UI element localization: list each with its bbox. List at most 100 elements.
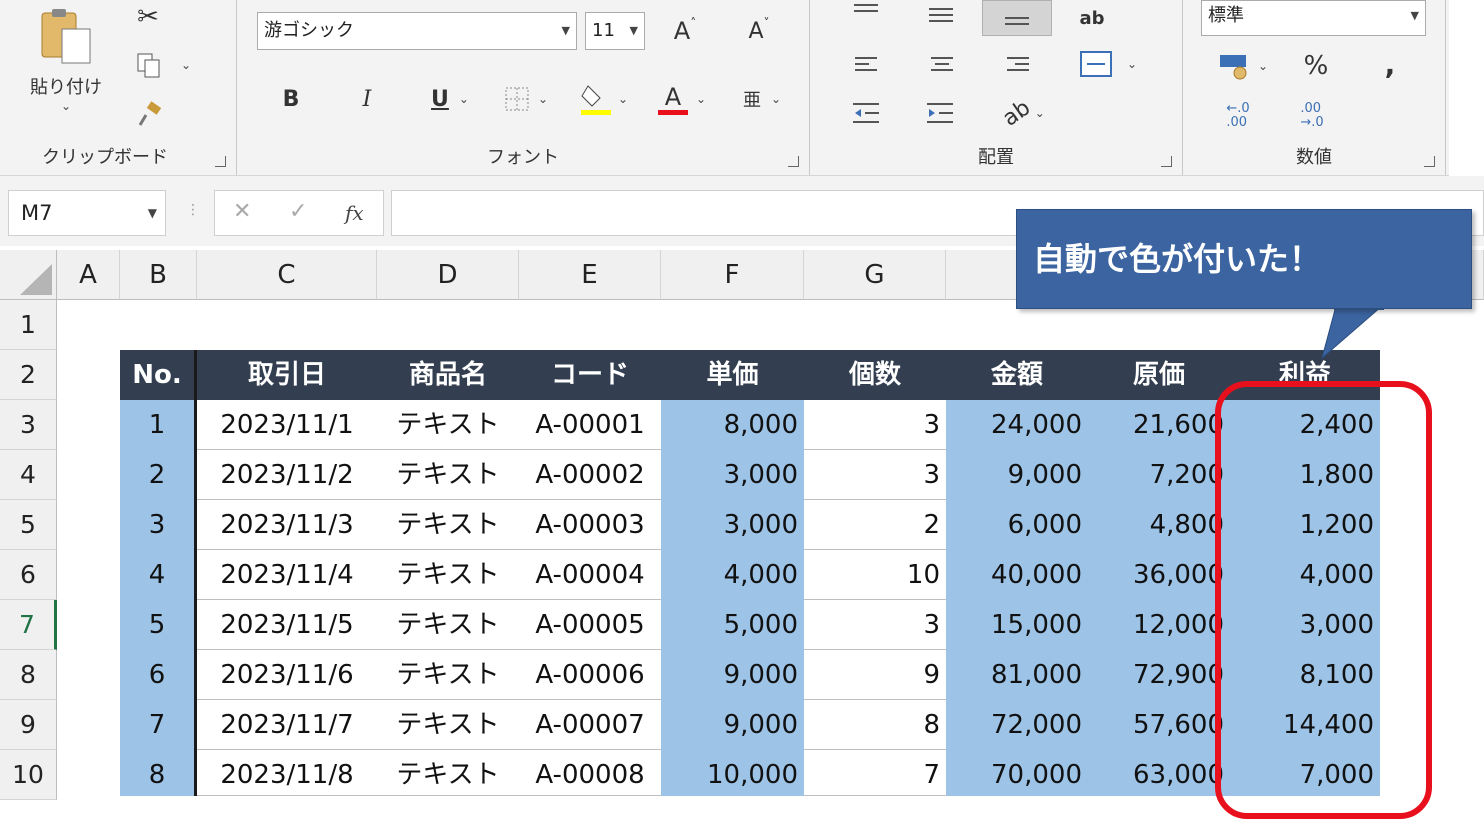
borders-button[interactable]: ⌄ [498,82,554,116]
column-header-a[interactable]: A [57,250,120,300]
table-cell[interactable]: 3 [804,450,946,500]
table-cell[interactable]: 9,000 [661,700,804,750]
table-cell[interactable]: A-00003 [519,500,661,550]
table-cell[interactable]: 57,600 [1088,700,1230,750]
table-cell[interactable]: 40,000 [946,550,1088,600]
table-cell[interactable]: 70,000 [946,750,1088,796]
table-header-cell[interactable]: 取引日 [197,350,377,400]
table-cell[interactable]: 10 [804,550,946,600]
phonetic-dropdown-icon[interactable]: ⌄ [771,92,781,106]
table-cell[interactable]: 9 [804,650,946,700]
decrease-indent-button[interactable] [848,98,884,128]
comma-button[interactable]: , [1372,46,1408,82]
table-cell[interactable]: テキスト [377,750,519,796]
copy-button[interactable]: ⌄ [128,48,198,82]
table-cell[interactable]: 2023/11/6 [197,650,377,700]
table-cell[interactable]: 63,000 [1088,750,1230,796]
align-top-button[interactable] [848,0,884,22]
row-header-2[interactable]: 2 [0,350,57,400]
insert-function-icon[interactable]: fx [345,201,364,225]
name-box-dropdown-icon[interactable]: ▼ [148,191,157,235]
orientation-dropdown-icon[interactable]: ⌄ [1035,106,1045,120]
table-cell[interactable]: A-00004 [519,550,661,600]
table-header-cell[interactable]: No. [120,350,197,400]
cut-button[interactable]: ✂ [128,0,168,34]
alignment-launcher-icon[interactable] [1161,156,1172,167]
borders-dropdown-icon[interactable]: ⌄ [538,92,548,106]
accounting-format-button[interactable]: ⌄ [1212,48,1274,84]
table-cell[interactable]: 72,000 [946,700,1088,750]
number-format-select[interactable]: 標準 ▼ [1201,0,1426,36]
table-cell[interactable]: 21,600 [1088,400,1230,450]
column-header-d[interactable]: D [377,250,519,300]
table-cell[interactable]: 3 [120,500,197,550]
phonetic-button[interactable]: 亜 ⌄ [732,82,792,116]
table-cell[interactable]: テキスト [377,550,519,600]
column-header-c[interactable]: C [197,250,377,300]
column-header-f[interactable]: F [661,250,804,300]
increase-indent-button[interactable] [922,98,958,128]
align-center-button[interactable] [924,50,960,80]
table-cell[interactable]: 6 [120,650,197,700]
table-cell[interactable]: 7 [120,700,197,750]
table-cell[interactable]: A-00007 [519,700,661,750]
fill-color-dropdown-icon[interactable]: ⌄ [618,92,628,106]
column-header-g[interactable]: G [804,250,946,300]
table-cell[interactable]: 2023/11/4 [197,550,377,600]
grow-font-button[interactable]: A ˄ [668,14,702,48]
align-left-button[interactable] [848,50,884,80]
underline-button[interactable]: U ⌄ [420,82,480,116]
row-header-7[interactable]: 7 [0,600,57,650]
table-cell[interactable]: 10,000 [661,750,804,796]
orientation-wrap-button[interactable]: ab [1070,0,1114,36]
accounting-dropdown-icon[interactable]: ⌄ [1258,59,1268,73]
font-launcher-icon[interactable] [788,156,799,167]
table-cell[interactable]: 7,200 [1088,450,1230,500]
orientation-button[interactable]: ab ⌄ [996,95,1052,131]
table-header-cell[interactable]: 商品名 [377,350,519,400]
font-color-button[interactable]: A ⌄ [652,80,712,118]
table-cell[interactable]: テキスト [377,600,519,650]
row-header-8[interactable]: 8 [0,650,57,700]
table-cell[interactable]: テキスト [377,650,519,700]
table-cell[interactable]: 8 [120,750,197,796]
table-cell[interactable]: 2023/11/5 [197,600,377,650]
table-cell[interactable]: 1 [120,400,197,450]
bold-button[interactable]: B [274,82,308,116]
table-cell[interactable]: テキスト [377,500,519,550]
increase-decimal-button[interactable]: ←.0 .00 [1218,98,1258,134]
decrease-decimal-button[interactable]: .00 →.0 [1292,98,1332,134]
table-cell[interactable]: 4 [120,550,197,600]
table-cell[interactable]: 6,000 [946,500,1088,550]
merge-dropdown-icon[interactable]: ⌄ [1127,57,1137,71]
table-header-cell[interactable]: 個数 [804,350,946,400]
table-cell[interactable]: 72,900 [1088,650,1230,700]
row-header-4[interactable]: 4 [0,450,57,500]
table-cell[interactable]: A-00001 [519,400,661,450]
formula-bar-divider-icon[interactable]: ⋮ [186,202,200,218]
table-cell[interactable]: テキスト [377,700,519,750]
table-cell[interactable]: 12,000 [1088,600,1230,650]
row-header-3[interactable]: 3 [0,400,57,450]
copy-dropdown-icon[interactable]: ⌄ [181,58,191,72]
table-cell[interactable]: 36,000 [1088,550,1230,600]
table-cell[interactable]: テキスト [377,450,519,500]
table-cell[interactable]: 3 [804,600,946,650]
column-header-e[interactable]: E [519,250,661,300]
cancel-icon[interactable]: ✕ [233,199,251,224]
clipboard-launcher-icon[interactable] [215,156,226,167]
percent-button[interactable]: % [1296,48,1336,84]
font-name-select[interactable]: 游ゴシック ▼ [257,12,577,50]
table-header-cell[interactable]: コード [519,350,661,400]
table-cell[interactable]: 81,000 [946,650,1088,700]
italic-button[interactable]: I [350,82,384,116]
table-cell[interactable]: 4,000 [661,550,804,600]
table-cell[interactable]: 5,000 [661,600,804,650]
table-cell[interactable]: 8 [804,700,946,750]
table-header-cell[interactable]: 原価 [1088,350,1230,400]
table-cell[interactable]: 9,000 [946,450,1088,500]
column-header-b[interactable]: B [120,250,197,300]
align-bottom-button[interactable] [982,0,1052,36]
table-cell[interactable]: 2023/11/2 [197,450,377,500]
table-cell[interactable]: 4,800 [1088,500,1230,550]
